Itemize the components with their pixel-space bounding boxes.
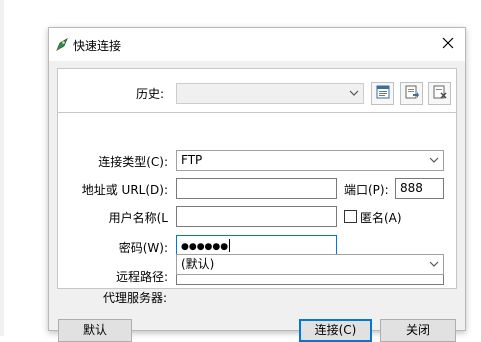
history-label: 历史:	[136, 87, 165, 101]
chevron-down-icon	[349, 90, 359, 96]
password-label: 密码(W):	[118, 241, 168, 255]
port-input[interactable]: 888	[395, 178, 444, 199]
history-open-button[interactable]	[371, 82, 394, 105]
title-bar: 快速连接	[49, 28, 465, 61]
close-dialog-button[interactable]: 关闭	[380, 319, 456, 342]
history-combo[interactable]	[176, 83, 364, 104]
remote-path-label: 远程路径:	[115, 270, 168, 284]
proxy-label: 代理服务器:	[102, 291, 167, 305]
dialog-title: 快速连接	[73, 39, 122, 53]
connection-type-value: FTP	[181, 153, 203, 167]
history-delete-button[interactable]	[428, 82, 451, 105]
rocket-icon	[54, 37, 70, 53]
text-caret	[229, 239, 231, 252]
anonymous-label: 匿名(A)	[360, 211, 402, 225]
proxy-value: (默认)	[181, 257, 215, 271]
background-edge	[0, 0, 4, 336]
export-icon	[405, 85, 419, 102]
connection-type-select[interactable]: FTP	[176, 150, 444, 171]
anonymous-checkbox[interactable]	[344, 210, 357, 223]
password-input[interactable]: ●●●●●●	[176, 235, 337, 256]
chevron-down-icon	[429, 261, 439, 267]
password-value: ●●●●●●	[181, 242, 229, 252]
port-value: 888	[400, 181, 423, 195]
proxy-select[interactable]: (默认)	[176, 254, 444, 275]
chevron-down-icon	[429, 157, 439, 163]
window-icon	[376, 85, 390, 102]
history-export-button[interactable]	[400, 82, 423, 105]
connect-button[interactable]: 连接(C)	[299, 319, 372, 342]
delete-icon	[433, 85, 447, 102]
group-divider	[58, 112, 456, 113]
username-label: 用户名称(L	[108, 211, 168, 225]
address-label: 地址或 URL(D):	[81, 183, 168, 197]
port-label: 端口(P):	[344, 183, 389, 197]
default-button[interactable]: 默认	[58, 319, 132, 342]
quick-connect-dialog: 快速连接 历史: 连接类型(C): FTP 地址或 URL(D): 端口(P):…	[48, 27, 466, 342]
username-input[interactable]	[176, 206, 337, 227]
close-icon	[442, 37, 454, 52]
connection-type-label: 连接类型(C):	[98, 155, 168, 169]
close-button[interactable]	[431, 28, 465, 61]
dialog-client: 历史: 连接类型(C): FTP 地址或 URL(D): 端口(P): 888 …	[49, 61, 465, 342]
address-input[interactable]	[176, 178, 337, 199]
